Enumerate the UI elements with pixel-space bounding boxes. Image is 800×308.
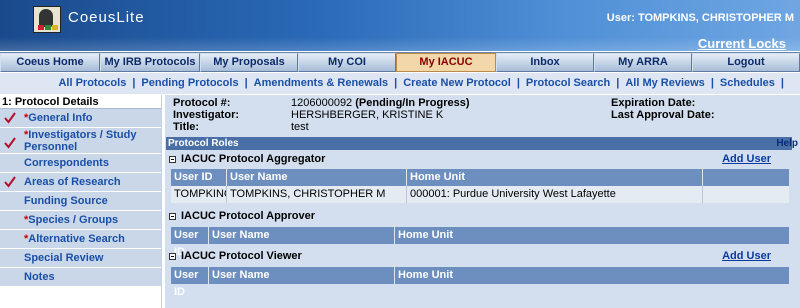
current-locks-link[interactable]: Current Locks [698, 36, 786, 51]
expiration-date-label: Expiration Date: [611, 97, 696, 109]
role-grid: User ID User Name Home Unit [171, 227, 789, 258]
last-approval-date-label: Last Approval Date: [611, 109, 715, 121]
col-home-unit: Home Unit [398, 269, 453, 281]
role-grid: User ID User Name Home Unit [171, 267, 789, 298]
tab-my-irb-protocols[interactable]: My IRB Protocols [100, 53, 200, 72]
user-info: User: TOMPKINS, CHRISTOPHER M [606, 12, 794, 24]
subnav-all-my-reviews[interactable]: All My Reviews [625, 77, 704, 89]
sidebar-item-special-review[interactable]: Special Review [0, 249, 161, 268]
cell-home-unit: 000001: Purdue University West Lafayette [407, 186, 703, 203]
sidebar-item-general-info[interactable]: *General Info [0, 109, 161, 128]
sidebar-item-label: Funding Source [24, 195, 108, 207]
tab-logout[interactable]: Logout [692, 53, 800, 72]
collapse-toggle-icon[interactable] [169, 156, 176, 163]
add-user-link[interactable]: Add User [722, 152, 771, 167]
col-user-name: User Name [209, 267, 395, 284]
sidebar-item-label: Areas of Research [24, 176, 121, 188]
sidebar-item-label: General Info [28, 112, 93, 124]
tab-coeus-home[interactable]: Coeus Home [0, 53, 100, 72]
sidebar-item-label: Species / Groups [28, 214, 119, 226]
tab-inbox[interactable]: Inbox [496, 53, 594, 72]
grid-header: User ID User Name Home Unit [171, 267, 789, 298]
app-name: CoeusLite [68, 9, 145, 26]
tab-my-coi[interactable]: My COI [298, 53, 396, 72]
subnav-schedules[interactable]: Schedules [720, 77, 775, 89]
main-nav: Coeus Home My IRB Protocols My Proposals… [0, 52, 800, 85]
help-link[interactable]: Help [776, 137, 798, 150]
sidebar-item-label: Correspondents [24, 157, 109, 169]
col-home-unit: Home Unit [398, 229, 453, 241]
tab-my-arra[interactable]: My ARRA [594, 53, 692, 72]
role-section-approver: IACUC Protocol Approver User ID User Nam… [167, 209, 799, 258]
subnav-create-new-protocol[interactable]: Create New Protocol [403, 77, 511, 89]
collapse-toggle-icon[interactable] [169, 253, 176, 260]
role-name: IACUC Protocol Approver [181, 210, 316, 222]
tab-my-proposals[interactable]: My Proposals [200, 53, 298, 72]
sidebar-item-label: Notes [24, 271, 55, 283]
protocol-number-label: Protocol #: [173, 97, 231, 109]
role-section-aggregator: IACUC Protocol Aggregator Add User User … [167, 152, 799, 203]
collapse-toggle-icon[interactable] [169, 213, 176, 220]
cell-user-id: TOMPKINC [171, 186, 227, 203]
subnav-protocol-search[interactable]: Protocol Search [526, 77, 610, 89]
checkmark-icon [4, 176, 16, 188]
col-user-id: User ID [171, 267, 209, 298]
sidebar-item-label: Investigators / Study Personnel [24, 129, 137, 153]
role-name: IACUC Protocol Viewer [181, 250, 302, 262]
investigator-value: HERSHBERGER, KRISTINE K [291, 109, 444, 121]
app-header: CoeusLite User: TOMPKINS, CHRISTOPHER M … [0, 0, 800, 51]
tab-my-iacuc-protocols[interactable]: My IACUC Protocols [396, 53, 496, 85]
sidebar-item-label: Alternative Search [28, 233, 125, 245]
protocol-status: (Pending/In Progress) [355, 97, 470, 109]
sidebar-item-label: Special Review [24, 252, 104, 264]
col-user-id: User ID [171, 169, 227, 186]
checkmark-icon [4, 112, 16, 124]
col-user-id: User ID [171, 227, 209, 258]
protocol-roles-title: Protocol Roles [168, 138, 239, 149]
grid-header: User ID User Name Home Unit [171, 227, 789, 258]
col-user-name: User Name [209, 227, 395, 244]
role-name: IACUC Protocol Aggregator [181, 153, 326, 165]
sidebar-item-investigators-study-personnel[interactable]: *Investigators / Study Personnel [0, 128, 161, 154]
role-section-viewer: IACUC Protocol Viewer Add User User ID U… [167, 249, 799, 298]
investigator-label: Investigator: [173, 109, 240, 121]
grid-header: User ID User Name Home Unit [171, 169, 789, 186]
protocol-roles-bar: Protocol Roles Help [166, 137, 798, 150]
subnav-amendments-renewals[interactable]: Amendments & Renewals [254, 77, 388, 89]
subnav-pending-protocols[interactable]: Pending Protocols [141, 77, 238, 89]
role-grid: User ID User Name Home Unit TOMPKINC TOM… [171, 169, 789, 203]
col-home-unit: Home Unit [407, 169, 703, 186]
title-value: test [291, 121, 309, 133]
checkmark-icon [4, 137, 16, 149]
sub-nav: All Protocols | Pending Protocols | Amendm… [0, 73, 800, 94]
panel-title: 1: Protocol Details [0, 95, 161, 109]
table-row[interactable]: TOMPKINC TOMPKINS, CHRISTOPHER M 000001:… [171, 186, 789, 203]
protocol-content: Protocol #: 1206000092 (Pending/In Progr… [165, 95, 800, 308]
sidebar-item-notes[interactable]: Notes [0, 268, 161, 287]
title-label: Title: [173, 121, 200, 133]
protocol-sections-panel: 1: Protocol Details *General Info *Invest… [0, 95, 162, 308]
sidebar-item-species-groups[interactable]: *Species / Groups [0, 211, 161, 230]
header-shine [0, 37, 800, 51]
coeus-logo-icon [33, 6, 61, 33]
cell-user-name: TOMPKINS, CHRISTOPHER M [227, 186, 407, 203]
add-user-link[interactable]: Add User [722, 249, 771, 264]
sidebar-item-alternative-search[interactable]: *Alternative Search [0, 230, 161, 249]
protocol-number-value: 1206000092 [291, 97, 353, 109]
sidebar-item-funding-source[interactable]: Funding Source [0, 192, 161, 211]
subnav-all-protocols[interactable]: All Protocols [58, 77, 126, 89]
sidebar-item-correspondents[interactable]: Correspondents [0, 154, 161, 173]
sidebar-item-areas-of-research[interactable]: Areas of Research [0, 173, 161, 192]
col-user-name: User Name [227, 169, 407, 186]
